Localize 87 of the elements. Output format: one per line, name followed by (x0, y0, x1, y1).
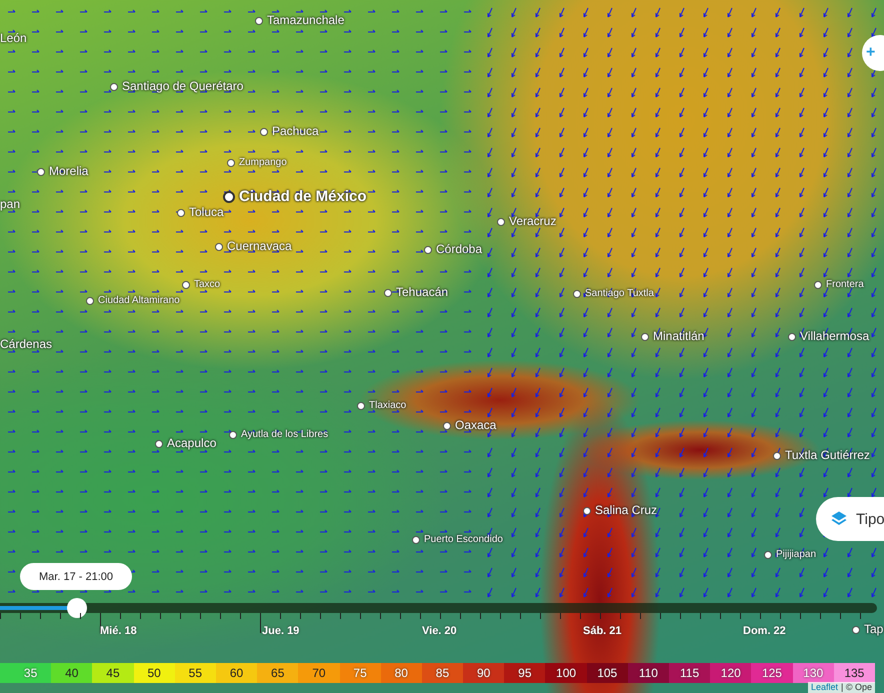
city-label: Tuxtla Gutiérrez (785, 449, 870, 463)
city-marker-icon (260, 128, 268, 136)
city-marker-icon (357, 402, 365, 410)
legend-swatch: 95 (504, 663, 546, 683)
city-marker-icon (155, 440, 163, 448)
city-label: Tap (864, 623, 884, 637)
day-label: Mié. 18 (100, 625, 137, 637)
city-marker-icon (177, 208, 185, 217)
city-marker-icon (227, 158, 235, 167)
legend-swatch: 115 (669, 663, 710, 683)
city-marker-icon (182, 280, 190, 289)
legend-swatch: 35 (10, 663, 52, 683)
time-badge: Mar. 17 - 21:00 (20, 563, 132, 590)
timeline-handle[interactable] (67, 598, 88, 618)
legend-edge (0, 663, 10, 683)
legend-swatch: 60 (216, 663, 258, 683)
legend-swatch: 45 (92, 663, 134, 683)
city-label: Veracruz (509, 215, 556, 229)
city-label: pan (0, 198, 20, 212)
legend-swatch: 65 (257, 663, 298, 683)
leaflet-link[interactable]: Leaflet (811, 682, 838, 693)
city-label: Oaxaca (455, 419, 496, 433)
legend-swatch: 120 (710, 663, 752, 683)
city-marker-icon (788, 332, 796, 341)
city-marker-icon (384, 288, 392, 297)
legend-swatch: 110 (628, 663, 669, 683)
legend-swatch: 80 (380, 663, 422, 683)
legend-swatch: 130 (792, 663, 834, 683)
legend-swatch: 75 (340, 663, 381, 683)
day-label: Jue. 19 (262, 625, 300, 637)
city-label: Tlaxiaco (369, 400, 406, 412)
city-label: Puerto Escondido (424, 534, 503, 546)
legend-swatch: 40 (51, 663, 92, 683)
city-label: Minatitlán (653, 330, 704, 344)
city-marker-icon (573, 290, 581, 298)
legend-swatch: 105 (586, 663, 628, 683)
city-marker-icon (583, 506, 591, 515)
legend-swatch: 50 (134, 663, 175, 683)
city-marker-icon (424, 246, 432, 254)
city-marker-icon (37, 168, 45, 176)
city-label: Cuernavaca (227, 240, 292, 254)
city-label: Cárdenas (0, 338, 52, 352)
city-marker-icon (412, 536, 420, 544)
attribution-text: | © Ope (841, 682, 872, 693)
legend-swatch: 90 (463, 663, 504, 683)
city-label: Ciudad de México (239, 188, 367, 206)
city-marker-icon (764, 550, 772, 559)
legend-swatch: 85 (422, 663, 464, 683)
city-marker-icon (110, 82, 118, 91)
day-label: Vie. 20 (422, 625, 457, 637)
city-label: Pachuca (272, 125, 319, 139)
layers-icon (830, 510, 848, 528)
city-label: Taxco (194, 279, 220, 290)
city-label: León (0, 32, 27, 46)
legend-swatch: 125 (751, 663, 793, 683)
day-label: Sáb. 21 (583, 625, 622, 637)
city-marker-icon (641, 332, 649, 341)
city-label: Zumpango (239, 157, 287, 168)
timeline-track[interactable] (0, 603, 877, 613)
zoom-in-button[interactable]: + (862, 35, 884, 71)
city-label: Toluca (189, 206, 224, 220)
city-label: Ciudad Altamirano (98, 295, 180, 306)
layer-type-button[interactable]: Tipo (816, 497, 884, 541)
city-label: Villahermosa (800, 330, 870, 344)
city-marker-icon (814, 280, 822, 289)
legend-swatch: 135 (834, 663, 875, 683)
city-label: Santiago de Querétaro (122, 80, 244, 94)
city-marker-icon (223, 190, 235, 203)
city-label: Morelia (49, 165, 88, 179)
city-marker-icon (852, 626, 860, 634)
city-label: Córdoba (436, 243, 482, 257)
city-label: Acapulco (167, 437, 216, 451)
city-label: Ayutla de los Libres (241, 429, 328, 440)
legend-swatch: 55 (174, 663, 216, 683)
city-label: Frontera (826, 279, 864, 290)
city-marker-icon (497, 218, 505, 226)
city-marker-icon (255, 16, 263, 25)
city-marker-icon (215, 242, 223, 251)
legend-swatch: 70 (298, 663, 340, 683)
city-marker-icon (229, 430, 237, 439)
legend-swatch: 100 (545, 663, 587, 683)
city-marker-icon (443, 422, 451, 430)
city-label: Tehuacán (396, 286, 448, 300)
city-marker-icon (773, 452, 781, 460)
day-label: Dom. 22 (743, 625, 786, 637)
city-label: Tamazunchale (267, 14, 344, 28)
city-marker-icon (86, 296, 94, 305)
